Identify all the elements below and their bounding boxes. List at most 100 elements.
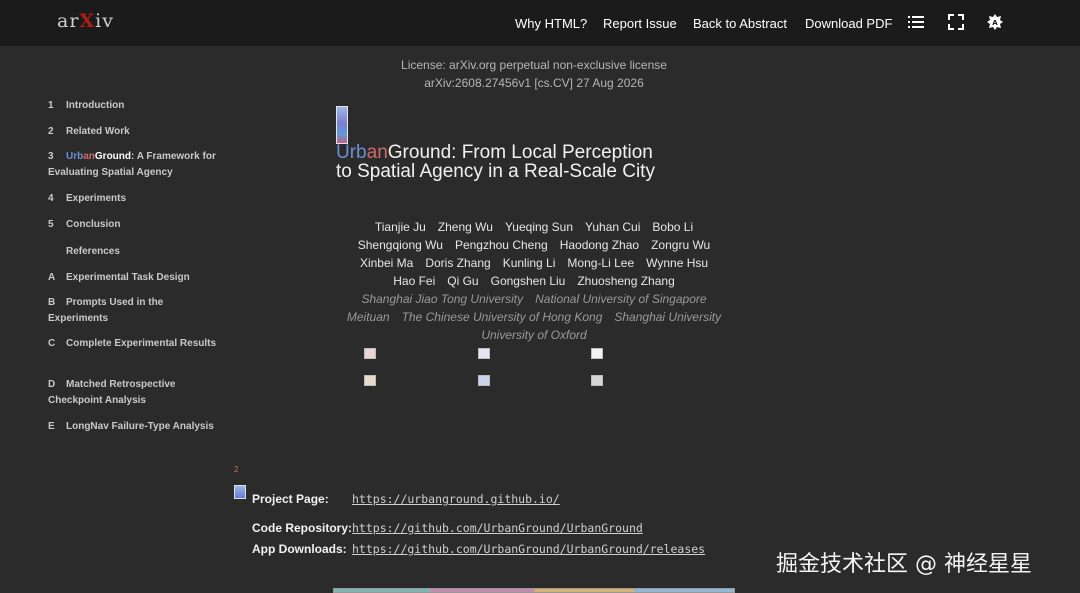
toc-label: Conclusion (66, 219, 121, 230)
footnote-marker: 2 (234, 465, 239, 474)
author-name: Haodong Zhao (559, 238, 640, 252)
toc-number: E (48, 421, 55, 432)
title-urb: Urb (336, 142, 367, 163)
toc-item-framework[interactable]: 3 UrbanGround: A Framework for Evaluating… (48, 149, 220, 181)
affiliation: Meituan (346, 310, 390, 324)
license-text: License: arXiv.org perpetual non-exclusi… (401, 58, 667, 72)
title-line1-rest: : From Local Perception (451, 142, 653, 163)
author-name: Pengzhou Cheng (454, 238, 548, 252)
author-name: Wynne Hsu (646, 256, 709, 270)
affiliation: Shanghai University (614, 310, 722, 324)
toc-number: A (48, 272, 56, 283)
author-row: Xinbei Ma Doris Zhang Kunling Li Mong-Li Le… (334, 256, 734, 270)
affiliation: The Chinese University of Hong Kong (401, 310, 603, 324)
top-navbar: arXiv Why HTML? Report Issue Back to Abs… (0, 0, 1080, 46)
toc-label: LongNav Failure-Type Analysis (66, 421, 214, 432)
author-row: Hao Fei Qi Gu Gongshen Liu Zhuosheng Zhang (334, 274, 734, 288)
toc-item-references[interactable]: References (48, 244, 220, 260)
toc-number: 5 (48, 219, 54, 230)
paper-title: UrbanGround: From Local Perception to Sp… (336, 143, 716, 181)
author-name: Shengqiong Wu (357, 238, 443, 252)
title-line2: to Spatial Agency in a Real-Scale City (336, 161, 655, 182)
logo-text-x: X (79, 10, 96, 32)
author-name: Gongshen Liu (490, 274, 566, 288)
toc-label-urb: Urb (66, 151, 84, 162)
svg-text:A: A (992, 19, 998, 27)
why-html-link[interactable]: Why HTML? (515, 16, 587, 31)
app-downloads-link[interactable]: https://github.com/UrbanGround/UrbanGrou… (352, 542, 705, 556)
affiliation: National University of Singapore (535, 292, 707, 306)
author-name: Xinbei Ma (359, 256, 414, 270)
author-name: Bobo Li (652, 220, 694, 234)
toc-label: Complete Experimental Results (66, 338, 217, 349)
theme-toggle-icon[interactable]: A (986, 13, 1004, 31)
footnote-logo-icon (234, 485, 246, 499)
toc-number: 2 (48, 126, 54, 137)
toc-item-appendix-d[interactable]: D Matched Retrospective Checkpoint Analys… (48, 377, 220, 409)
toc-number: 3 (48, 151, 54, 162)
affiliation-row: University of Oxford (334, 328, 734, 342)
affiliation-row: Shanghai Jiao Tong University National Un… (334, 292, 734, 306)
author-name: Qi Gu (447, 274, 479, 288)
author-name: Zongru Wu (651, 238, 711, 252)
app-downloads-label: App Downloads: (252, 542, 347, 556)
author-name: Kunling Li (502, 256, 556, 270)
toc-label: Introduction (66, 100, 125, 111)
meituan-logo-icon (591, 348, 603, 359)
list-icon[interactable] (907, 13, 925, 31)
author-name: Mong-Li Lee (567, 256, 635, 270)
toc-item-experiments[interactable]: 4 Experiments (48, 191, 220, 207)
toc-label: Experimental Task Design (66, 272, 190, 283)
logo-text-iv: iv (95, 10, 114, 32)
toc-item-appendix-c[interactable]: C Complete Experimental Results (48, 336, 220, 352)
author-name: Doris Zhang (425, 256, 491, 270)
affiliation: Shanghai Jiao Tong University (361, 292, 524, 306)
back-to-abstract-link[interactable]: Back to Abstract (693, 16, 787, 31)
title-an: an (366, 142, 388, 163)
author-name: Zheng Wu (437, 220, 493, 234)
toc-label: Matched Retrospective Checkpoint Analysi… (48, 379, 176, 406)
nus-logo-icon (478, 348, 490, 359)
author-name: Yuhan Cui (585, 220, 641, 234)
toc-label: Related Work (66, 126, 130, 137)
code-repository-label: Code Repository: (252, 521, 353, 535)
toc-label: Prompts Used in the Experiments (48, 297, 164, 324)
toc-label: References (66, 246, 120, 257)
author-name: Zhuosheng Zhang (577, 274, 675, 288)
toc-item-conclusion[interactable]: 5 Conclusion (48, 217, 220, 233)
paper-logo-icon (336, 106, 348, 144)
toc-item-appendix-a[interactable]: A Experimental Task Design (48, 270, 220, 286)
toc-item-appendix-b[interactable]: B Prompts Used in the Experiments (48, 295, 220, 327)
author-row: Tianjie Ju Zheng Wu Yueqing Sun Yuhan Cui Bo… (334, 220, 734, 234)
author-name: Hao Fei (393, 274, 436, 288)
fullscreen-icon[interactable] (947, 13, 965, 31)
project-page-label: Project Page: (252, 492, 329, 506)
sjtu-logo-icon (364, 348, 376, 359)
watermark-text: 掘金技术社区 @ 神经星星 (776, 552, 1032, 577)
toc-number: C (48, 338, 56, 349)
toc-label-ground: Ground (94, 151, 132, 162)
shu-logo-icon (478, 375, 490, 386)
code-repository-link[interactable]: https://github.com/UrbanGround/UrbanGrou… (352, 521, 643, 535)
figure-preview-strip (333, 588, 735, 593)
affiliation-row: Meituan The Chinese University of Hong Ko… (334, 310, 734, 324)
arxiv-logo[interactable]: arXiv (57, 10, 114, 32)
project-page-link[interactable]: https://urbanground.github.io/ (352, 492, 560, 506)
toc-label-an: an (83, 151, 95, 162)
author-name: Tianjie Ju (374, 220, 426, 234)
logo-text-ar: ar (57, 10, 80, 32)
title-ground: Ground (387, 142, 452, 163)
download-pdf-link[interactable]: Download PDF (805, 16, 892, 31)
toc-label: Experiments (66, 193, 127, 204)
toc-item-related-work[interactable]: 2 Related Work (48, 124, 220, 140)
oxford-logo-icon (591, 375, 603, 386)
toc-item-introduction[interactable]: 1 Introduction (48, 98, 220, 114)
toc-number: 4 (48, 193, 54, 204)
arxiv-id: arXiv:2608.27456v1 [cs.CV] 27 Aug 2026 (424, 76, 644, 90)
toc-number: 1 (48, 100, 54, 111)
toc-number: B (48, 297, 56, 308)
report-issue-link[interactable]: Report Issue (603, 16, 677, 31)
toc-number: D (48, 379, 56, 390)
author-row: Shengqiong Wu Pengzhou Cheng Haodong Zhao Z… (334, 238, 734, 252)
toc-item-appendix-e[interactable]: E LongNav Failure-Type Analysis (48, 419, 220, 435)
